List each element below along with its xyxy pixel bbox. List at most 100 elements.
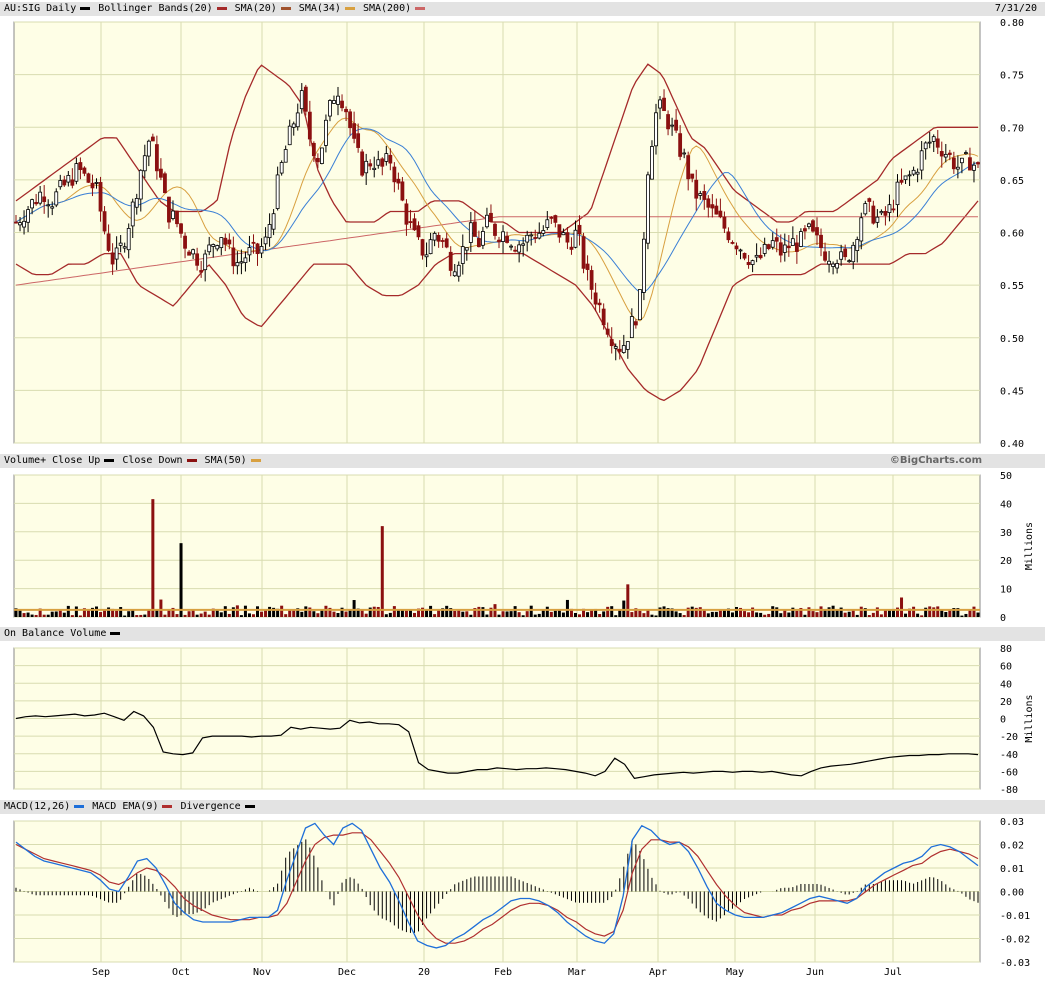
volume-bar xyxy=(453,610,457,617)
volume-bar xyxy=(509,611,513,617)
candle-body xyxy=(811,220,815,232)
volume-bar xyxy=(312,611,316,617)
candle-body xyxy=(299,90,304,110)
candle-body xyxy=(267,224,272,239)
volume-bar xyxy=(682,615,686,617)
volume-bar xyxy=(50,611,54,617)
volume-bar xyxy=(99,612,103,617)
candle-body xyxy=(968,157,972,171)
candle-body xyxy=(823,251,827,261)
candle-body xyxy=(493,223,497,236)
candle-body xyxy=(400,181,405,201)
candle-body xyxy=(573,229,578,248)
volume-bar xyxy=(803,614,807,617)
candle-body xyxy=(126,228,131,251)
candle-body xyxy=(26,209,30,223)
candle-body xyxy=(819,234,823,248)
volume-bar xyxy=(260,611,264,617)
volume-bar xyxy=(74,606,78,617)
y-tick-label: 20 xyxy=(1000,556,1012,567)
volume-bar xyxy=(525,611,529,617)
candle-body xyxy=(78,162,83,171)
candle-body xyxy=(283,149,288,163)
volume-bar xyxy=(678,613,682,617)
y-tick-label: 20 xyxy=(1000,697,1012,708)
candle-body xyxy=(30,199,35,209)
y-tick-label: 60 xyxy=(1000,662,1012,673)
candle-body xyxy=(770,240,775,248)
candle-body xyxy=(118,242,123,246)
candle-body xyxy=(722,216,727,229)
candle-body xyxy=(557,224,562,238)
stock-chart: AU:SIG Daily Bollinger Bands(20) SMA(20) SM… xyxy=(0,0,1045,981)
volume-bar xyxy=(561,612,565,617)
candle-body xyxy=(207,244,212,253)
y-tick-label: 0 xyxy=(1000,613,1006,624)
candle-body xyxy=(839,251,844,260)
volume-bar xyxy=(207,614,211,617)
volume-bar xyxy=(22,613,26,617)
candle-body xyxy=(489,212,493,222)
candle-body xyxy=(509,245,513,248)
candle-body xyxy=(646,174,650,244)
candle-body xyxy=(485,214,489,228)
volume-bar xyxy=(364,613,368,617)
volume-bar xyxy=(268,606,272,617)
y-tick-label: -0.01 xyxy=(1000,911,1030,922)
volume-bar xyxy=(650,614,654,617)
candle-body xyxy=(633,321,638,326)
candle-body xyxy=(782,244,787,253)
candle-body xyxy=(311,142,316,157)
candle-body xyxy=(521,243,526,246)
volume-bar xyxy=(730,612,734,617)
volume-bar xyxy=(167,610,171,617)
candle-body xyxy=(698,193,703,196)
candle-body xyxy=(90,182,95,189)
x-tick-label: Oct xyxy=(172,967,190,978)
candle-body xyxy=(790,238,795,246)
candle-body xyxy=(481,231,485,246)
volume-bar xyxy=(505,611,509,617)
candle-body xyxy=(931,136,936,142)
candle-body xyxy=(545,219,550,228)
candle-body xyxy=(581,236,586,269)
volume-bar xyxy=(606,606,610,617)
candle-body xyxy=(199,270,204,273)
candle-body xyxy=(943,153,948,158)
y-tick-label: -40 xyxy=(1000,750,1018,761)
volume-bar xyxy=(702,610,706,617)
y-tick-label: 0.50 xyxy=(1000,334,1024,345)
candle-body xyxy=(972,164,976,171)
candle-body xyxy=(678,133,683,157)
volume-bar xyxy=(912,606,916,617)
candle-body xyxy=(666,114,670,130)
candle-body xyxy=(597,302,602,306)
volume-bar xyxy=(900,597,904,617)
candle-body xyxy=(835,263,840,269)
y-tick-label: 0.01 xyxy=(1000,864,1024,875)
volume-bar xyxy=(598,614,602,617)
candle-body xyxy=(348,111,352,129)
volume-bar xyxy=(30,614,34,617)
volume-bar xyxy=(529,605,533,617)
candle-body xyxy=(191,249,196,255)
y-tick-label: 0.75 xyxy=(1000,71,1024,82)
candle-body xyxy=(122,246,127,249)
candle-body xyxy=(734,245,739,250)
volume-bar xyxy=(324,605,328,617)
candle-body xyxy=(533,237,538,239)
x-axis: Sep Oct Nov Dec 20 Feb Mar Apr May Jun Jul xyxy=(92,967,902,978)
candle-body xyxy=(392,166,397,183)
volume-bar xyxy=(42,614,46,617)
candle-body xyxy=(935,138,940,148)
candle-body xyxy=(951,157,956,170)
candle-body xyxy=(360,151,365,176)
volume-bar xyxy=(835,610,839,617)
candle-body xyxy=(368,163,373,167)
candle-body xyxy=(855,239,860,251)
candle-body xyxy=(436,234,441,242)
volume-bar xyxy=(372,606,376,617)
candle-body xyxy=(670,124,674,127)
candle-body xyxy=(927,141,932,144)
x-tick-label: Dec xyxy=(338,967,356,978)
